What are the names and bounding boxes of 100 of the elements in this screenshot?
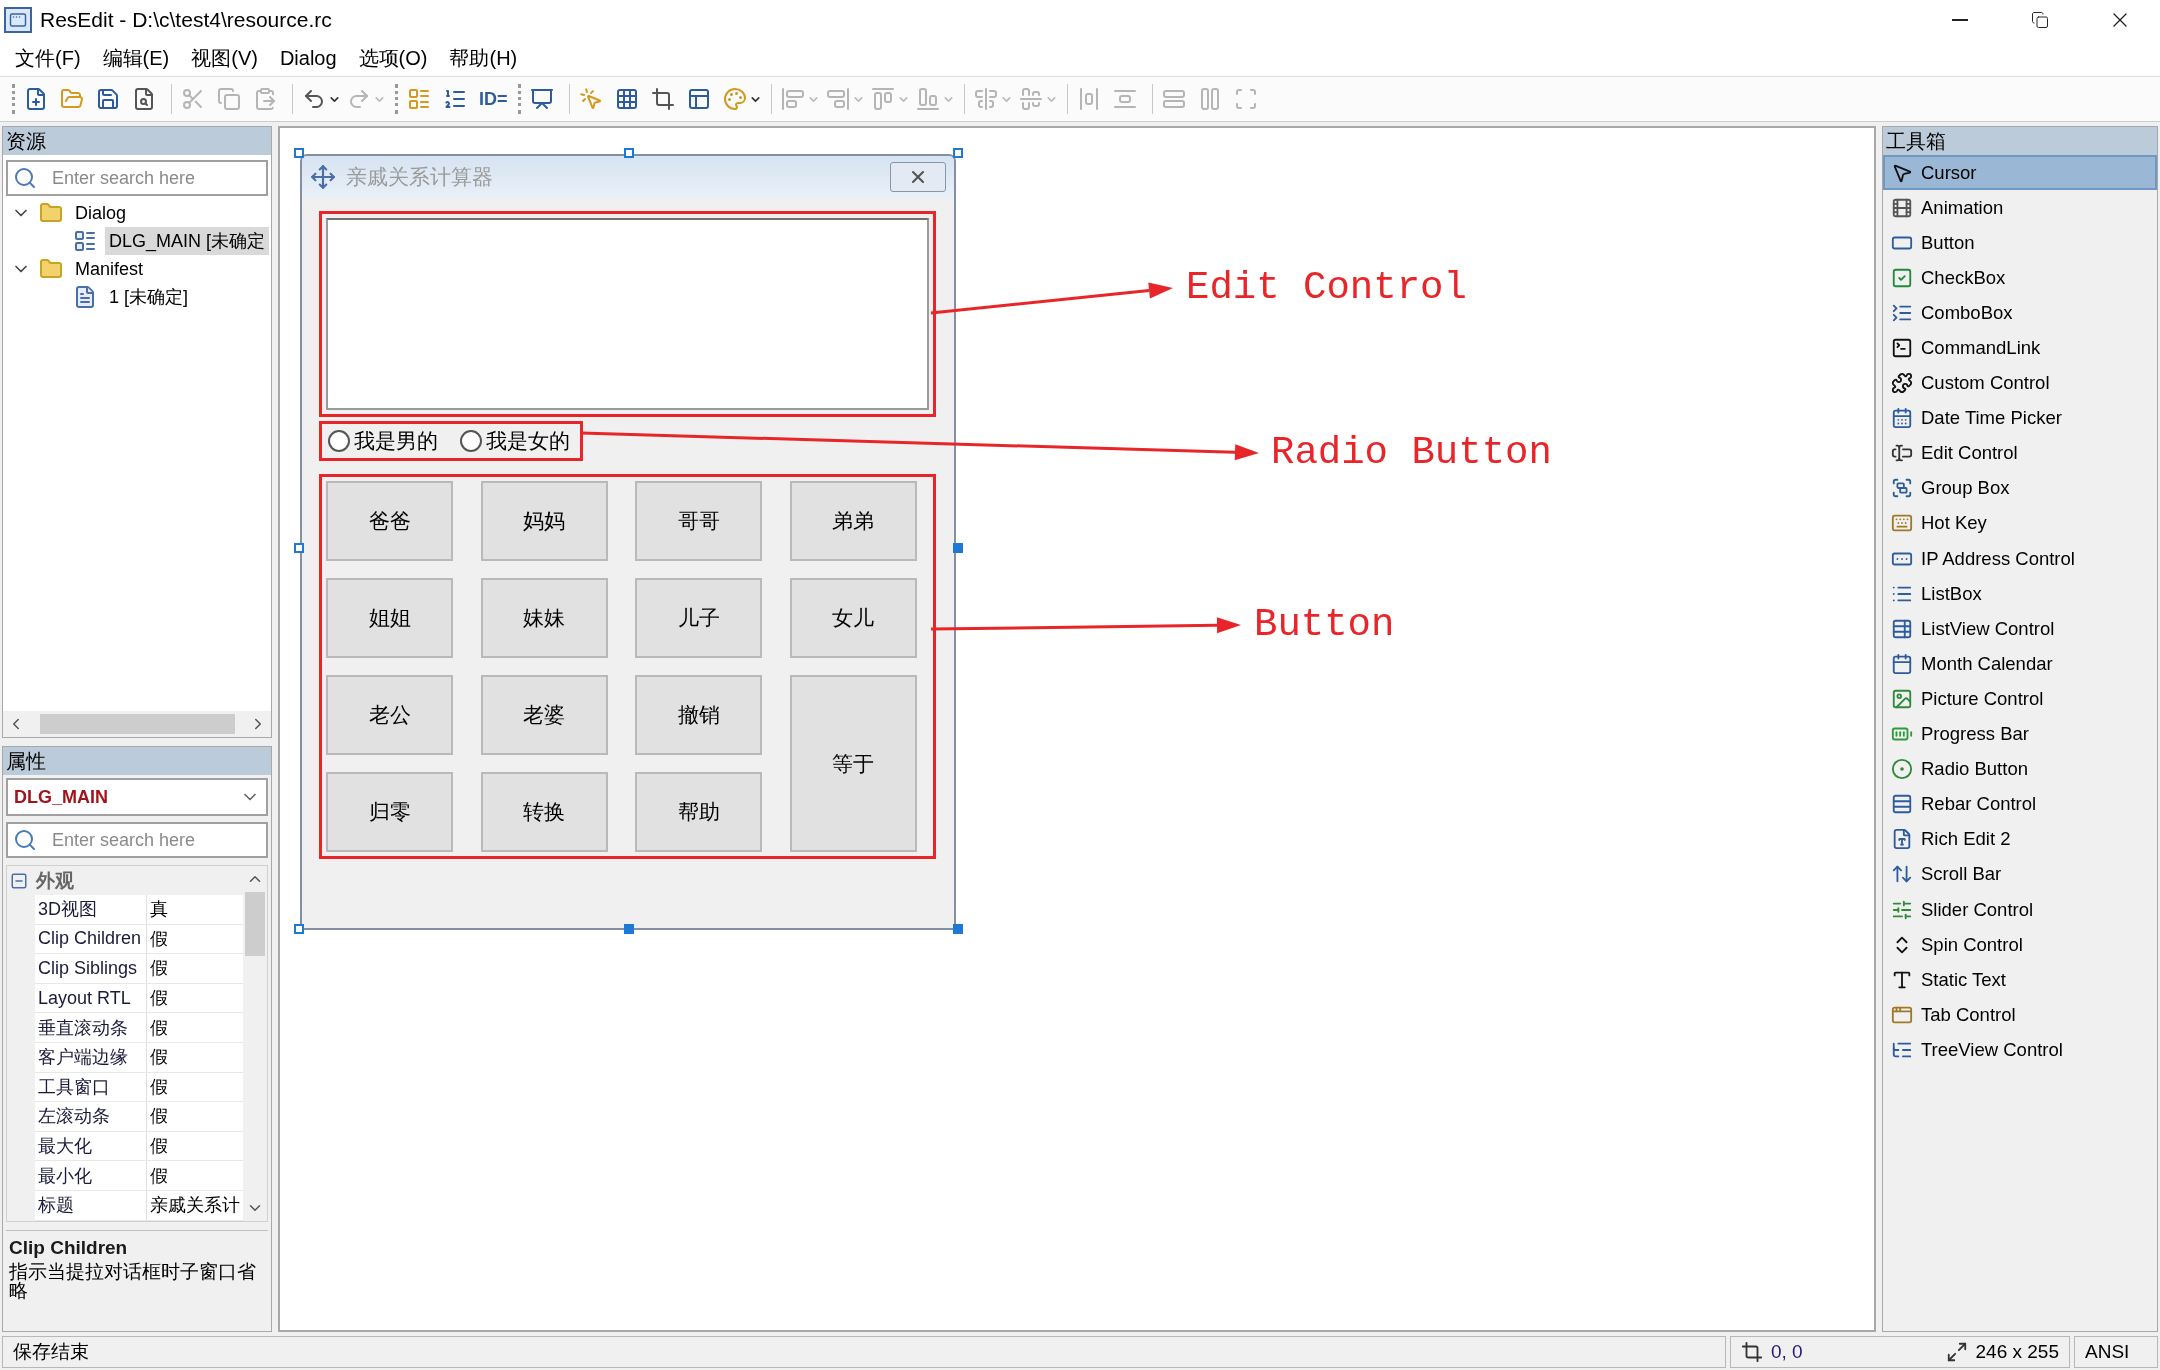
resize-handle[interactable] [624,924,634,934]
toolbox-item[interactable]: Picture Control [1883,681,2157,717]
toolbox-item[interactable]: Custom Control [1883,365,2157,401]
collapse-icon[interactable] [10,871,28,890]
calendar-grid-icon [1891,407,1913,430]
toolbox-item[interactable]: IP Address Control [1883,541,2157,577]
scroll-thumb[interactable] [245,892,265,956]
toolbox-item[interactable]: Hot Key [1883,505,2157,542]
dialog-button[interactable]: 归零 [326,772,453,852]
property-name[interactable]: 3D视图 [35,895,147,924]
puzzle-icon [1891,372,1913,395]
property-name[interactable]: 工具窗口 [35,1072,147,1102]
dialog-button[interactable]: 转换 [480,772,608,852]
window-icon [9,11,27,29]
toolbox-item[interactable]: CheckBox [1883,260,2157,296]
resize-handle[interactable] [953,148,963,158]
property-name[interactable]: 最大化 [35,1131,147,1161]
property-value[interactable]: 假 [147,1161,243,1190]
annotation-label: Edit Control [1186,269,1467,308]
dialog-button[interactable]: 姐姐 [326,578,453,658]
toolbox-item[interactable]: CommandLink [1883,330,2157,366]
object-dropdown[interactable]: DLG_MAIN [6,778,268,816]
menu-item[interactable]: 编辑(E) [91,42,181,74]
dialog-button[interactable]: 撤销 [635,675,762,755]
toolbox-item[interactable]: Scroll Bar [1883,856,2157,892]
menu-item[interactable]: 文件(F) [4,42,92,74]
rows-icon [1891,793,1913,816]
toolbox-item[interactable]: Date Time Picker [1883,400,2157,436]
dialog-button[interactable]: 妹妹 [480,578,608,658]
toolbox-item[interactable]: ComboBox [1883,295,2157,331]
property-value[interactable]: 假 [147,924,243,954]
toolbox-item[interactable]: Tab Control [1883,997,2157,1033]
align-top-icon [871,87,895,111]
menu-item[interactable]: Dialog [268,44,348,72]
property-name[interactable]: Layout RTL [35,983,147,1013]
property-name[interactable]: 左滚动条 [35,1102,147,1131]
tree-item[interactable]: DLG_MAIN [未确定 [105,227,270,255]
tree-item[interactable]: 1 [未确定] [105,283,192,311]
property-value[interactable]: 假 [147,1131,243,1161]
dialog-button[interactable]: 老公 [326,675,453,755]
property-value[interactable]: 假 [147,1042,243,1072]
toolbox-item[interactable]: ListView Control [1883,611,2157,647]
toolbox-item[interactable]: Button [1883,225,2157,261]
property-value[interactable]: 假 [147,1013,243,1042]
dialog-button[interactable]: 妈妈 [480,481,608,561]
toolbox-item[interactable]: Slider Control [1883,891,2157,928]
radio-button[interactable]: 我是女的 [460,427,570,455]
property-value[interactable]: 假 [147,983,243,1013]
dialog-button[interactable]: 等于 [789,675,917,852]
property-value[interactable]: 亲戚关系计 [147,1190,243,1220]
close-button[interactable] [890,162,946,192]
dialog-window[interactable]: 亲戚关系计算器 我是男的 我是女的 爸爸 妈妈 哥哥 弟弟 姐姐 妹妹 儿子 女儿 老公 老婆 撤销 等于 归零 转换 帮助 [300,154,956,930]
toolbox-item[interactable]: Cursor [1883,155,2157,191]
radio-button[interactable]: 我是男的 [328,427,438,455]
toolbox-item[interactable]: Month Calendar [1883,646,2157,682]
property-value[interactable]: 假 [147,1072,243,1102]
dialog-button[interactable]: 女儿 [789,578,917,658]
resize-handle[interactable] [953,924,963,934]
property-name[interactable]: 最小化 [35,1161,147,1190]
toolbox-item[interactable]: Spin Control [1883,927,2157,963]
id-button[interactable]: ID= [476,81,512,117]
dialog-button[interactable]: 爸爸 [326,481,453,561]
search-field[interactable]: Enter search here [6,160,268,196]
property-name[interactable]: 标题 [35,1190,147,1220]
dialog-button[interactable]: 儿子 [635,578,762,658]
property-value[interactable]: 假 [147,954,243,983]
menu-item[interactable]: 选项(O) [347,42,439,74]
property-value[interactable]: 假 [147,1102,243,1131]
toolbox-item[interactable]: Edit Control [1883,435,2157,471]
search-field[interactable]: Enter search here [6,822,268,858]
toolbox-item[interactable]: TreeView Control [1883,1032,2157,1068]
toolbox-item[interactable]: ListBox [1883,576,2157,612]
resize-handle[interactable] [294,148,304,158]
dialog-button[interactable]: 弟弟 [789,481,917,561]
tree-item[interactable]: Dialog [71,200,131,226]
tree-item[interactable]: Manifest [71,256,148,282]
toolbox-item[interactable]: Radio Button [1883,751,2157,787]
property-name[interactable]: Clip Children [35,924,147,954]
property-value[interactable]: 真 [147,895,243,924]
dialog-button[interactable]: 老婆 [480,675,608,755]
dialog-button[interactable]: 帮助 [635,772,762,852]
print-preview-icon [132,87,156,111]
resize-handle[interactable] [294,924,304,934]
toolbox-item[interactable]: Rich Edit 2 [1883,821,2157,857]
scroll-thumb[interactable] [39,714,235,734]
status-position: 0, 0 246 x 255 [1730,1336,2070,1368]
menu-item[interactable]: 帮助(H) [438,42,529,74]
resize-handle[interactable] [624,148,634,158]
resize-handle[interactable] [294,543,304,553]
property-name[interactable]: 客户端边缘 [35,1042,147,1072]
toolbox-item[interactable]: Progress Bar [1883,716,2157,752]
toolbox-item[interactable]: Rebar Control [1883,786,2157,822]
menu-item[interactable]: 视图(V) [180,42,269,74]
property-name[interactable]: Clip Siblings [35,954,147,983]
toolbox-item[interactable]: Animation [1883,190,2157,226]
dialog-button[interactable]: 哥哥 [635,481,762,561]
toolbox-item[interactable]: Group Box [1883,470,2157,506]
property-name[interactable]: 垂直滚动条 [35,1013,147,1042]
toolbox-item[interactable]: Static Text [1883,962,2157,998]
resize-handle[interactable] [953,543,963,553]
